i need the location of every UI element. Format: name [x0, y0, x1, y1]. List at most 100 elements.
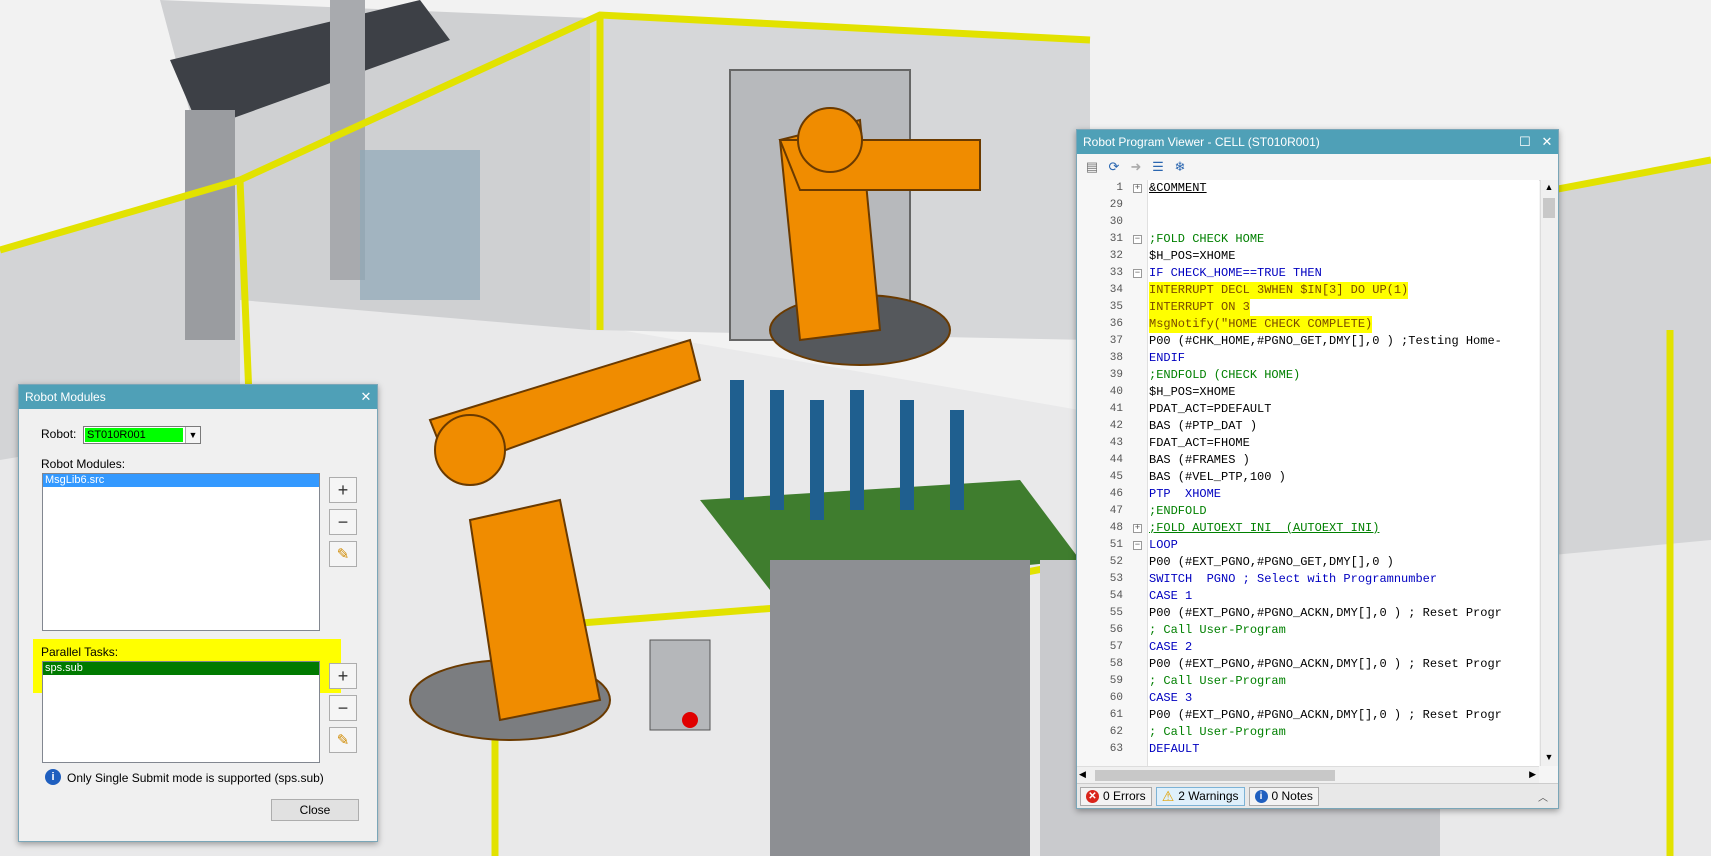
code-line[interactable]: 52 P00 (#EXT_PGNO,#PGNO_GET,DMY[],0 ) — [1077, 554, 1539, 571]
code-line[interactable]: 46 PTP XHOME — [1077, 486, 1539, 503]
code-line[interactable]: 59 ; Call User-Program — [1077, 673, 1539, 690]
robot-modules-titlebar: Robot Modules ✕ — [19, 385, 377, 409]
scroll-thumb[interactable] — [1543, 198, 1555, 218]
collapse-fold-icon[interactable]: − — [1133, 235, 1142, 244]
code-text: DEFAULT — [1149, 742, 1200, 756]
code-line[interactable]: 41 PDAT_ACT=PDEFAULT — [1077, 401, 1539, 418]
code-line[interactable]: 30 — [1077, 214, 1539, 231]
code-text: ; Call User-Program — [1149, 674, 1286, 688]
code-line[interactable]: 36 MsgNotify("HOME CHECK COMPLETE) — [1077, 316, 1539, 333]
code-line[interactable]: 53 SWITCH PGNO ; Select with Programnumbe… — [1077, 571, 1539, 588]
scroll-down-icon[interactable]: ▼ — [1543, 752, 1555, 764]
code-text: ;FOLD CHECK HOME — [1149, 232, 1265, 246]
scroll-left-icon[interactable]: ◀ — [1079, 769, 1086, 780]
program-viewer-titlebar: Robot Program Viewer - CELL (ST010R001) … — [1077, 130, 1558, 154]
collapse-fold-icon[interactable]: − — [1133, 269, 1142, 278]
remove-module-button[interactable]: − — [329, 509, 357, 535]
maximize-icon[interactable]: ☐ — [1514, 131, 1536, 153]
remove-task-button[interactable]: − — [329, 695, 357, 721]
code-line[interactable]: 63 DEFAULT — [1077, 741, 1539, 758]
line-number: 61 — [1109, 709, 1123, 721]
vertical-scrollbar[interactable]: ▲ ▼ — [1540, 180, 1558, 766]
close-icon[interactable]: ✕ — [355, 386, 377, 408]
list-icon[interactable]: ☰ — [1149, 158, 1167, 176]
code-line[interactable]: 51 − LOOP — [1077, 537, 1539, 554]
close-button[interactable]: Close — [271, 799, 359, 821]
code-text: INTERRUPT ON 3 — [1149, 299, 1250, 316]
scroll-thumb[interactable] — [1095, 770, 1335, 781]
line-number: 40 — [1109, 386, 1123, 398]
line-number: 59 — [1109, 675, 1123, 687]
line-number: 43 — [1109, 437, 1123, 449]
code-line[interactable]: 58 P00 (#EXT_PGNO,#PGNO_ACKN,DMY[],0 ) ; … — [1077, 656, 1539, 673]
program-code-editor[interactable]: 1 + &COMMENT 29 30 31− ;FOLD CHECK HOME 32 $H_PO… — [1077, 180, 1539, 766]
robot-modules-list[interactable]: MsgLib6.src — [42, 473, 320, 631]
code-text: BAS (#VEL_PTP,100 ) — [1149, 470, 1286, 484]
line-number: 37 — [1109, 335, 1123, 347]
robot-select[interactable]: ST010R001 ▼ — [83, 426, 201, 444]
errors-button[interactable]: ✕ 0 Errors — [1080, 786, 1152, 806]
expand-fold-icon[interactable]: + — [1133, 184, 1142, 193]
collapse-fold-icon[interactable]: − — [1133, 541, 1142, 550]
code-line[interactable]: 47 ;ENDFOLD — [1077, 503, 1539, 520]
code-line[interactable]: 54 CASE 1 — [1077, 588, 1539, 605]
line-number: 34 — [1109, 284, 1123, 296]
code-line[interactable]: 62 ; Call User-Program — [1077, 724, 1539, 741]
add-task-button[interactable]: + — [329, 663, 357, 689]
close-icon[interactable]: ✕ — [1536, 131, 1558, 153]
code-line[interactable]: 43 FDAT_ACT=FHOME — [1077, 435, 1539, 452]
code-text: PDAT_ACT=PDEFAULT — [1149, 402, 1272, 416]
code-line[interactable]: 60 CASE 3 — [1077, 690, 1539, 707]
warning-icon: ⚠ — [1161, 787, 1175, 804]
refresh-icon[interactable]: ⟳ — [1105, 158, 1123, 176]
code-line[interactable]: 39 ;ENDFOLD (CHECK HOME) — [1077, 367, 1539, 384]
edit-module-button[interactable]: ✎ — [329, 541, 357, 567]
code-line[interactable]: 33 − IF CHECK_HOME==TRUE THEN — [1077, 265, 1539, 282]
code-line[interactable]: 29 — [1077, 197, 1539, 214]
expand-fold-icon[interactable]: + — [1133, 524, 1142, 533]
edit-pencil-icon: ✎ — [336, 546, 350, 563]
list-item[interactable]: sps.sub — [43, 662, 319, 675]
code-text: INTERRUPT DECL 3WHEN $IN[3] DO UP(1) — [1149, 282, 1409, 299]
code-line[interactable]: 34 INTERRUPT DECL 3WHEN $IN[3] DO UP(1) — [1077, 282, 1539, 299]
code-line[interactable]: 61 P00 (#EXT_PGNO,#PGNO_ACKN,DMY[],0 ) ; … — [1077, 707, 1539, 724]
code-line[interactable]: 55 P00 (#EXT_PGNO,#PGNO_ACKN,DMY[],0 ) ; … — [1077, 605, 1539, 622]
code-text: ;FOLD AUTOEXT INI (AUTOEXT INI) — [1149, 521, 1380, 535]
warnings-button[interactable]: ⚠ 2 Warnings — [1155, 786, 1245, 806]
code-line[interactable]: 45 BAS (#VEL_PTP,100 ) — [1077, 469, 1539, 486]
warnings-label: 2 Warnings — [1178, 789, 1239, 803]
horizontal-scrollbar[interactable]: ◀ ▶ — [1077, 766, 1539, 784]
code-line[interactable]: 1 + &COMMENT — [1077, 180, 1539, 197]
code-line[interactable]: 56 ; Call User-Program — [1077, 622, 1539, 639]
collapse-icon[interactable]: ︿ — [1538, 789, 1548, 804]
code-line[interactable]: 31 − ;FOLD CHECK HOME — [1077, 231, 1539, 248]
line-number: 54 — [1109, 590, 1123, 602]
add-module-button[interactable]: + — [329, 477, 357, 503]
code-line[interactable]: 48 + ;FOLD AUTOEXT INI (AUTOEXT INI) — [1077, 520, 1539, 537]
line-number: 29 — [1109, 199, 1123, 211]
code-text: PTP XHOME — [1149, 487, 1222, 501]
scroll-up-icon[interactable]: ▲ — [1543, 182, 1555, 194]
forward-arrow-icon[interactable]: ➜ — [1127, 158, 1145, 176]
notes-button[interactable]: i 0 Notes — [1248, 786, 1319, 806]
snowflake-icon[interactable]: ❄ — [1171, 158, 1189, 176]
line-number: 56 — [1109, 624, 1123, 636]
code-line[interactable]: 42 BAS (#PTP_DAT ) — [1077, 418, 1539, 435]
new-document-icon[interactable]: ▤ — [1083, 158, 1101, 176]
code-line[interactable]: 44 BAS (#FRAMES ) — [1077, 452, 1539, 469]
line-number: 1 — [1116, 182, 1123, 194]
edit-task-button[interactable]: ✎ — [329, 727, 357, 753]
line-number: 55 — [1109, 607, 1123, 619]
list-item[interactable]: MsgLib6.src — [43, 474, 319, 487]
code-line[interactable]: 57 CASE 2 — [1077, 639, 1539, 656]
code-line[interactable]: 32 $H_POS=XHOME — [1077, 248, 1539, 265]
edit-pencil-icon: ✎ — [336, 732, 350, 749]
code-line[interactable]: 40 $H_POS=XHOME — [1077, 384, 1539, 401]
scroll-right-icon[interactable]: ▶ — [1529, 769, 1536, 780]
code-line[interactable]: 35 INTERRUPT ON 3 — [1077, 299, 1539, 316]
code-text: ;ENDFOLD (CHECK HOME) — [1149, 368, 1301, 382]
code-line[interactable]: 38 ENDIF — [1077, 350, 1539, 367]
parallel-tasks-list[interactable]: sps.sub — [42, 661, 320, 763]
code-line[interactable]: 37 P00 (#CHK_HOME,#PGNO_GET,DMY[],0 ) ;Te… — [1077, 333, 1539, 350]
chevron-down-icon[interactable]: ▼ — [185, 427, 200, 443]
